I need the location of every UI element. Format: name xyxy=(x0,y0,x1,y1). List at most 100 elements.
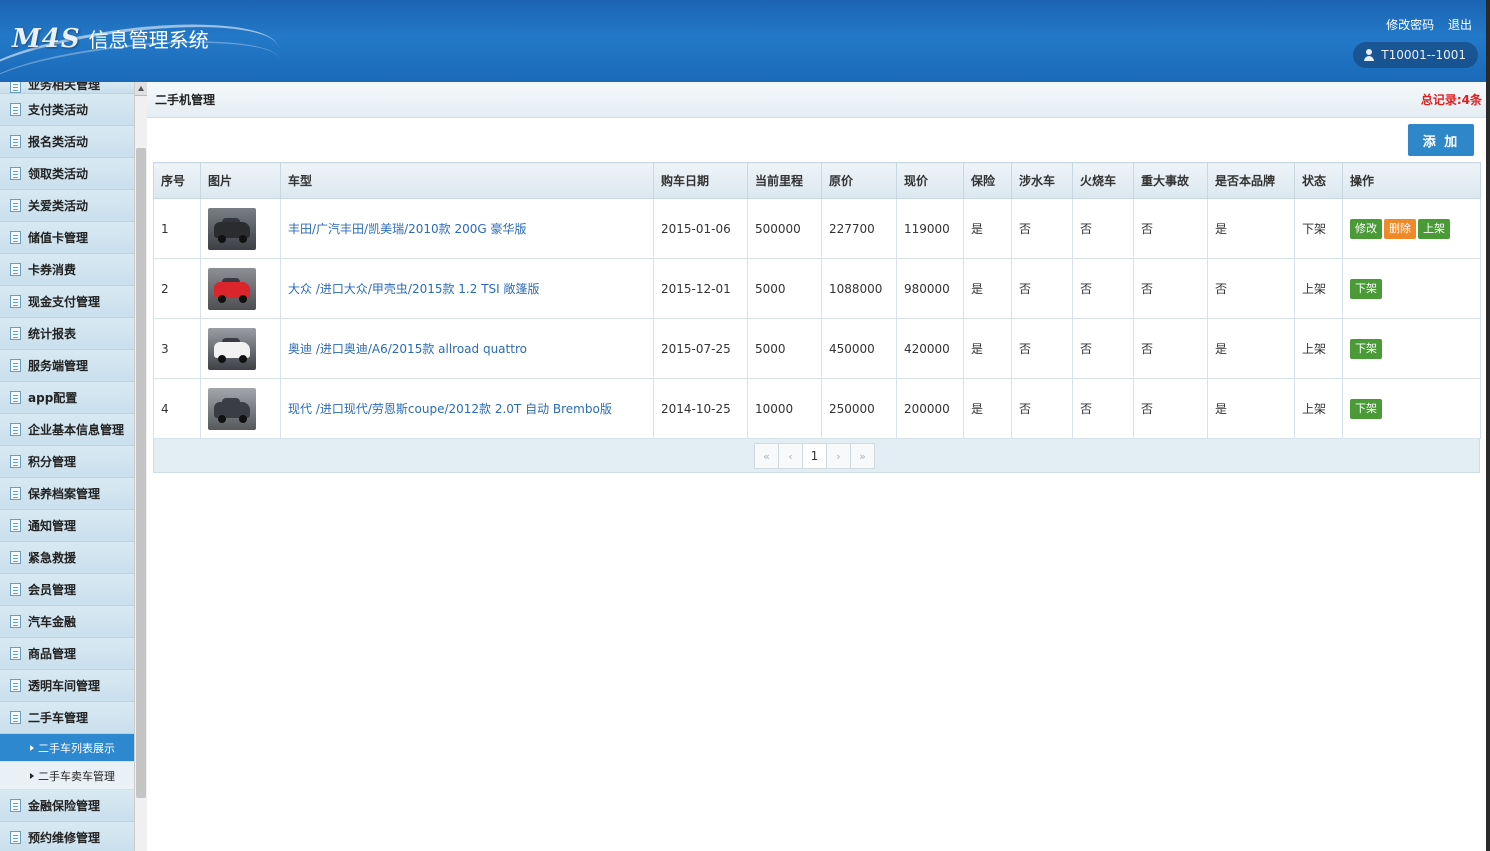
sidebar-scrollbar[interactable] xyxy=(134,82,147,851)
col-header: 图片 xyxy=(200,162,281,199)
list-off-button[interactable]: 下架 xyxy=(1350,338,1382,359)
brand-mark: M4S xyxy=(12,24,81,54)
user-badge[interactable]: T10001--1001 xyxy=(1353,42,1478,68)
cell-own-brand: 是 xyxy=(1207,318,1295,379)
car-model-link[interactable]: 现代 /进口现代/劳恩斯coupe/2012款 2.0T 自动 Brembo版 xyxy=(288,402,612,416)
pagination-bar: « ‹ 1 › » xyxy=(153,439,1480,473)
sidebar-item[interactable]: 预约维修管理 xyxy=(0,822,134,851)
main-content: 二手机管理 总记录:4条 添 加 序号 图片 车型 购车日期 当前里程 原价 现… xyxy=(147,82,1490,851)
car-model-link[interactable]: 大众 /进口大众/甲壳虫/2015款 1.2 TSI 敞篷版 xyxy=(288,282,540,296)
sidebar-item[interactable]: 积分管理 xyxy=(0,446,134,478)
document-icon xyxy=(10,487,21,500)
sidebar-item[interactable]: 紧急救援 xyxy=(0,542,134,574)
cell-date: 2015-12-01 xyxy=(653,258,748,319)
pagination: « ‹ 1 › » xyxy=(754,443,875,469)
window-edge xyxy=(1486,0,1490,851)
cell-own-brand: 否 xyxy=(1207,258,1295,319)
car-model-link[interactable]: 丰田/广汽丰田/凯美瑞/2010款 200G 豪华版 xyxy=(288,222,527,236)
car-photo[interactable] xyxy=(208,327,256,370)
cell-accident: 否 xyxy=(1133,378,1208,439)
caret-right-icon xyxy=(30,772,34,779)
sidebar-item[interactable]: 企业基本信息管理 xyxy=(0,414,134,446)
col-header: 现价 xyxy=(896,162,964,199)
list-on-button[interactable]: 上架 xyxy=(1418,218,1450,239)
cell-fire: 否 xyxy=(1072,198,1134,259)
document-icon xyxy=(10,679,21,692)
cell-fire: 否 xyxy=(1072,318,1134,379)
list-off-button[interactable]: 下架 xyxy=(1350,278,1382,299)
document-icon xyxy=(10,199,21,212)
cell-own-brand: 是 xyxy=(1207,198,1295,259)
cell-flood: 否 xyxy=(1011,378,1073,439)
sidebar-item-used-car[interactable]: 二手车管理 xyxy=(0,702,134,734)
cell-ops: 修改 删除 上架 xyxy=(1342,198,1481,259)
cell-date: 2014-10-25 xyxy=(653,378,748,439)
first-page-button[interactable]: « xyxy=(754,443,779,469)
document-icon xyxy=(10,647,21,660)
cell-image xyxy=(200,198,281,259)
car-photo[interactable] xyxy=(208,387,256,430)
table-row: 4 现代 /进口现代/劳恩斯coupe/2012款 2.0T 自动 Brembo… xyxy=(153,378,1481,439)
cell-orig-price: 227700 xyxy=(821,198,897,259)
sidebar-subitem-used-car-sell[interactable]: 二手车卖车管理 xyxy=(0,762,134,790)
cell-model: 大众 /进口大众/甲壳虫/2015款 1.2 TSI 敞篷版 xyxy=(280,258,654,319)
scroll-up-arrow-icon[interactable] xyxy=(135,82,147,96)
edit-button[interactable]: 修改 xyxy=(1350,218,1382,239)
sidebar-item[interactable]: 汽车金融 xyxy=(0,606,134,638)
table-row: 1 丰田/广汽丰田/凯美瑞/2010款 200G 豪华版 2015-01-06 … xyxy=(153,198,1481,259)
sidebar-item[interactable]: 统计报表 xyxy=(0,318,134,350)
cell-insurance: 是 xyxy=(963,258,1012,319)
cell-no: 4 xyxy=(153,378,201,439)
cell-fire: 否 xyxy=(1072,258,1134,319)
sidebar-item[interactable]: 卡券消费 xyxy=(0,254,134,286)
next-page-button[interactable]: › xyxy=(826,443,851,469)
scroll-thumb[interactable] xyxy=(136,148,146,798)
sidebar-item[interactable]: 透明车间管理 xyxy=(0,670,134,702)
sidebar-item[interactable]: 通知管理 xyxy=(0,510,134,542)
cell-price: 420000 xyxy=(896,318,964,379)
sidebar-item[interactable]: 领取类活动 xyxy=(0,158,134,190)
sidebar-item[interactable]: app配置 xyxy=(0,382,134,414)
change-password-link[interactable]: 修改密码 xyxy=(1386,18,1434,32)
col-header: 车型 xyxy=(280,162,654,199)
add-button[interactable]: 添 加 xyxy=(1408,124,1474,156)
car-model-link[interactable]: 奥迪 /进口奥迪/A6/2015款 allroad quattro xyxy=(288,342,527,356)
page-title: 二手机管理 xyxy=(155,93,216,107)
sidebar-item[interactable]: 服务端管理 xyxy=(0,350,134,382)
cell-ops: 下架 xyxy=(1342,378,1481,439)
sidebar-item[interactable]: 储值卡管理 xyxy=(0,222,134,254)
last-page-button[interactable]: » xyxy=(850,443,875,469)
cell-image xyxy=(200,378,281,439)
document-icon xyxy=(10,391,21,404)
sidebar-item[interactable]: 商品管理 xyxy=(0,638,134,670)
sidebar-item[interactable]: 关爱类活动 xyxy=(0,190,134,222)
cell-mileage: 10000 xyxy=(747,378,822,439)
cell-mileage: 5000 xyxy=(747,258,822,319)
prev-page-button[interactable]: ‹ xyxy=(778,443,803,469)
car-photo[interactable] xyxy=(208,207,256,250)
total-records: 总记录:4条 xyxy=(1420,93,1482,107)
sidebar-item[interactable]: 金融保险管理 xyxy=(0,790,134,822)
cell-own-brand: 是 xyxy=(1207,378,1295,439)
col-header: 是否本品牌 xyxy=(1207,162,1295,199)
delete-button[interactable]: 删除 xyxy=(1384,218,1416,239)
document-icon xyxy=(10,583,21,596)
sidebar-item[interactable]: 保养档案管理 xyxy=(0,478,134,510)
sidebar-item-partial[interactable]: 业务相关管理 xyxy=(0,82,134,94)
cell-insurance: 是 xyxy=(963,318,1012,379)
cell-image xyxy=(200,258,281,319)
page-number[interactable]: 1 xyxy=(802,443,827,469)
sidebar-item[interactable]: 现金支付管理 xyxy=(0,286,134,318)
document-icon xyxy=(10,455,21,468)
sidebar-item[interactable]: 支付类活动 xyxy=(0,94,134,126)
page-titlebar: 二手机管理 总记录:4条 xyxy=(147,82,1490,118)
document-icon xyxy=(10,831,21,844)
logout-link[interactable]: 退出 xyxy=(1448,18,1472,32)
sidebar-item[interactable]: 报名类活动 xyxy=(0,126,134,158)
document-icon xyxy=(10,423,21,436)
list-off-button[interactable]: 下架 xyxy=(1350,398,1382,419)
sidebar-subitem-used-car-list[interactable]: 二手车列表展示 xyxy=(0,734,134,762)
sidebar-item[interactable]: 会员管理 xyxy=(0,574,134,606)
cell-ops: 下架 xyxy=(1342,258,1481,319)
car-photo[interactable] xyxy=(208,267,256,310)
